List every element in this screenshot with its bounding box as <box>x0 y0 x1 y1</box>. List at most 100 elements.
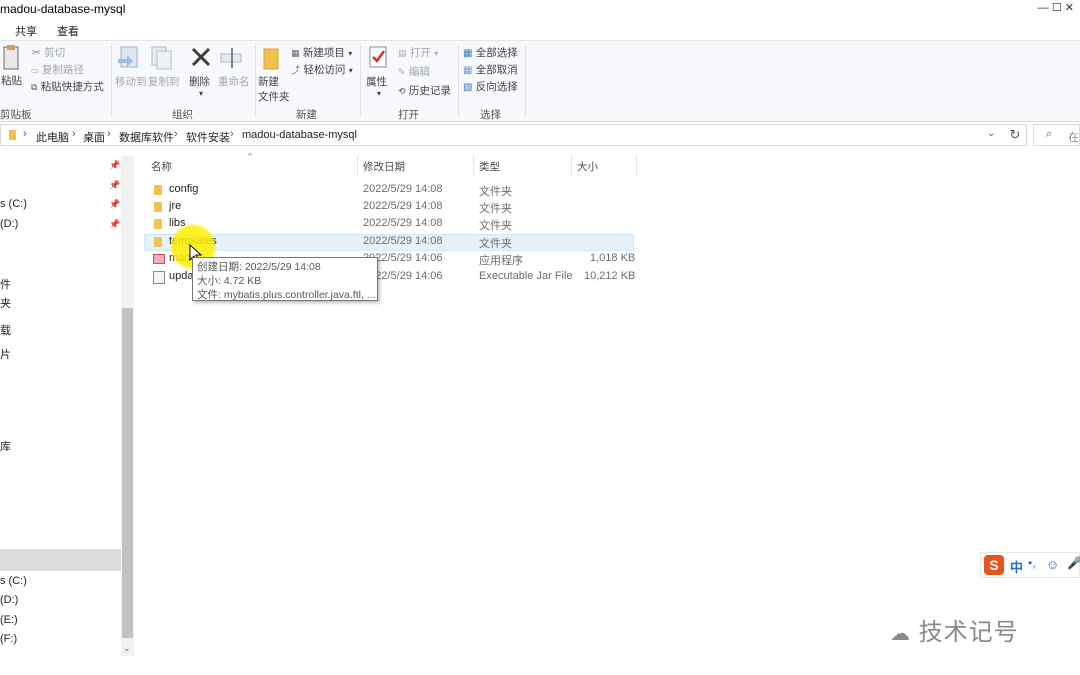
address-bar[interactable]: › 此电脑 › 桌面 › 数据库软件 › 软件安装 › madou-databa… <box>0 124 1027 146</box>
invert-selection-button[interactable]: ▧ 反向选择 <box>463 79 518 94</box>
new-item-label: 新建项目 <box>302 47 345 59</box>
edit-button[interactable]: ✎ 编辑 <box>398 64 430 79</box>
tooltip-size: 大小: 4.72 KB <box>197 275 262 287</box>
breadcrumb-desktop[interactable]: 桌面 <box>83 129 105 145</box>
file-size: 1,018 KB <box>590 252 636 264</box>
file-name: upda <box>169 270 194 282</box>
breadcrumb-install[interactable]: 软件安装 <box>186 129 230 145</box>
nav-item-drive-e[interactable]: (E:) <box>0 614 18 626</box>
select-group-label: 选择 <box>480 109 501 121</box>
folder-icon <box>154 219 162 229</box>
column-size[interactable]: 大小 <box>577 159 598 174</box>
file-row[interactable]: libs 2022/5/29 14:08 文件夹 <box>144 216 634 233</box>
column-divider[interactable] <box>357 155 358 177</box>
new-item-button[interactable]: ▦ 新建项目 ▾ <box>291 45 352 60</box>
nav-scrollbar-thumb[interactable] <box>122 308 133 638</box>
refresh-icon[interactable]: ↻ <box>1004 124 1026 146</box>
column-divider[interactable] <box>636 155 637 177</box>
edit-icon: ✎ <box>398 67 406 77</box>
folder-icon <box>154 202 162 212</box>
nav-item-downloads[interactable]: 载 <box>0 322 11 338</box>
column-type[interactable]: 类型 <box>479 159 500 174</box>
nav-item-folder[interactable]: 夹 <box>0 295 11 311</box>
clipboard-icon <box>3 45 19 70</box>
ime-toolbar[interactable]: S 中 •, ☺ 🎤 <box>980 552 1080 578</box>
file-row[interactable]: config 2022/5/29 14:08 文件夹 <box>144 182 634 199</box>
paste-button[interactable]: 粘贴 <box>0 43 22 87</box>
nav-item-drive-d[interactable]: (D:) <box>0 218 18 230</box>
pin-icon[interactable]: 📌 <box>109 160 120 171</box>
column-divider[interactable] <box>571 155 572 177</box>
nav-selected-row[interactable] <box>0 549 121 571</box>
properties-dropdown-icon[interactable]: ▾ <box>366 89 392 98</box>
navigation-pane <box>0 152 134 675</box>
column-modified[interactable]: 修改日期 <box>363 159 405 174</box>
file-row-hovered[interactable]: templates 2022/5/29 14:08 文件夹 <box>144 234 634 251</box>
copy-path-button[interactable]: ▭ 复制路径 <box>31 62 84 77</box>
column-divider[interactable] <box>473 155 474 177</box>
clipboard-group-label: 剪贴板 <box>0 109 32 121</box>
easy-access-button[interactable]: ⤴ 轻松访问 ▾ <box>291 62 353 77</box>
file-type: 文件夹 <box>479 220 512 232</box>
window-title: madou-database-mysql <box>0 2 126 16</box>
move-icon <box>118 46 138 68</box>
microphone-icon[interactable]: 🎤 <box>1067 556 1080 570</box>
select-all-button[interactable]: ▦ 全部选择 <box>463 45 518 60</box>
window-controls[interactable]: — ☐ ✕ <box>1038 1 1074 14</box>
delete-dropdown-icon[interactable]: ▾ <box>189 89 213 98</box>
nav-item-documents[interactable]: 件 <box>0 276 11 292</box>
ribbon-tabs: 共享 查看 <box>0 20 1080 40</box>
tab-share[interactable]: 共享 <box>15 23 37 39</box>
breadcrumb-current[interactable]: madou-database-mysql <box>242 129 357 141</box>
open-dropdown-icon: ▾ <box>434 49 439 58</box>
new-folder-button[interactable]: 新建 文件夹 <box>258 45 290 104</box>
move-to-button[interactable]: 移动到 <box>115 45 147 89</box>
sogou-logo-icon[interactable]: S <box>984 555 1004 575</box>
tab-view[interactable]: 查看 <box>57 23 79 39</box>
nav-item-pictures[interactable]: 片 <box>0 346 11 362</box>
chevron-right-icon[interactable]: › <box>72 128 76 140</box>
nav-item-drive-f[interactable]: (F:) <box>0 633 17 645</box>
properties-button[interactable]: 属性 ▾ <box>366 45 392 98</box>
chevron-right-icon[interactable]: › <box>107 128 111 140</box>
chevron-right-icon[interactable]: › <box>230 128 234 140</box>
nav-item-drive-c[interactable]: s (C:) <box>0 198 27 210</box>
scroll-down-icon[interactable]: ⌄ <box>123 643 131 654</box>
group-divider <box>111 45 112 117</box>
sort-up-icon: ^ <box>248 152 252 161</box>
select-none-icon: ▦ <box>463 65 473 76</box>
history-button[interactable]: ⟲ 历史记录 <box>398 83 451 98</box>
file-modified: 2022/5/29 14:08 <box>363 235 443 247</box>
group-divider <box>255 45 256 117</box>
copy-to-button[interactable]: 复制到 <box>148 45 180 89</box>
pin-icon[interactable]: 📌 <box>109 180 120 191</box>
chevron-right-icon[interactable]: › <box>174 128 178 140</box>
title-bar: madou-database-mysql — ☐ ✕ <box>0 0 1080 20</box>
paste-shortcut-button[interactable]: ⧉ 粘贴快捷方式 <box>31 79 104 94</box>
nav-item-drive-c-2[interactable]: s (C:) <box>0 575 27 587</box>
punctuation-icon[interactable]: •, <box>1028 556 1036 570</box>
select-none-button[interactable]: ▦ 全部取消 <box>463 62 518 77</box>
file-type: 应用程序 <box>479 255 523 267</box>
nav-item-drive-d-2[interactable]: (D:) <box>0 594 18 606</box>
history-icon: ⟲ <box>398 86 406 96</box>
nav-item-libraries[interactable]: 库 <box>0 438 11 454</box>
cut-button[interactable]: ✂ 剪切 <box>32 45 65 60</box>
file-row[interactable]: jre 2022/5/29 14:08 文件夹 <box>144 199 634 216</box>
pin-icon[interactable]: 📌 <box>109 199 120 210</box>
ime-language[interactable]: 中 <box>1010 557 1023 576</box>
rename-button[interactable]: 重命名 <box>218 45 252 89</box>
pin-icon[interactable]: 📌 <box>109 219 120 230</box>
folder-icon <box>154 185 162 195</box>
open-button[interactable]: ▤ 打开 ▾ <box>398 45 438 60</box>
tooltip-created: 创建日期: 2022/5/29 14:08 <box>197 261 321 273</box>
column-name[interactable]: 名称 <box>151 159 172 174</box>
delete-button[interactable]: 删除 ▾ <box>189 45 213 98</box>
chevron-down-icon[interactable]: ⌄ <box>987 128 995 139</box>
delete-label: 删除 <box>189 76 210 88</box>
breadcrumb-db-software[interactable]: 数据库软件 <box>119 129 174 145</box>
emoji-icon[interactable]: ☺ <box>1046 557 1059 572</box>
breadcrumb-this-pc[interactable]: 此电脑 <box>36 129 69 145</box>
new-folder-icon <box>263 48 279 70</box>
search-box[interactable]: ⌕ 在 <box>1033 124 1080 146</box>
